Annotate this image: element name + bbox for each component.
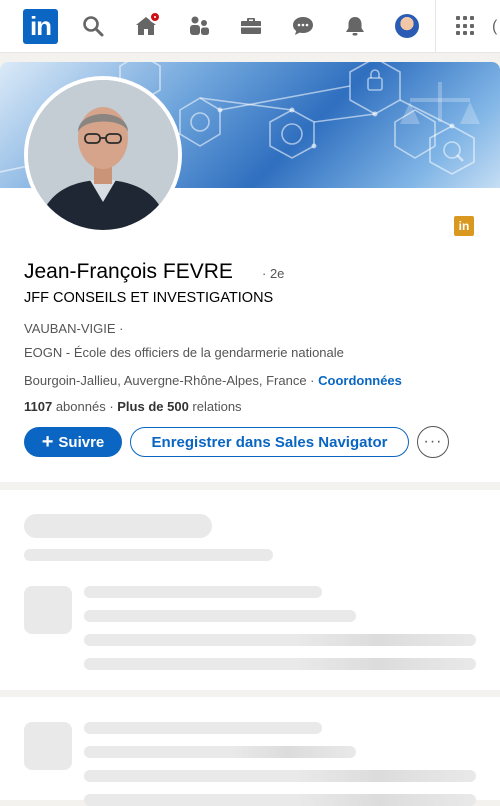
skeleton-thumbnail bbox=[24, 722, 72, 770]
plus-icon: + bbox=[41, 431, 54, 453]
loading-skeleton-section bbox=[0, 490, 500, 690]
linkedin-logo[interactable]: in bbox=[23, 9, 58, 44]
skeleton-line bbox=[84, 794, 476, 806]
education[interactable]: EOGN - École des officiers de la gendarm… bbox=[24, 345, 344, 360]
followers-count: 1107 bbox=[24, 399, 53, 414]
company-logo-icon[interactable]: in bbox=[454, 216, 474, 236]
relations-count[interactable]: Plus de 500 bbox=[117, 399, 189, 414]
profile-name: Jean-François FEVRE bbox=[24, 260, 233, 283]
location-line: Bourgoin-Jallieu, Auvergne-Rhône-Alpes, … bbox=[24, 373, 402, 388]
follow-button[interactable]: + Suivre bbox=[24, 427, 122, 457]
relations-label[interactable]: relations bbox=[189, 399, 241, 414]
skeleton-line bbox=[84, 746, 356, 758]
jobs-icon[interactable] bbox=[239, 14, 263, 38]
save-to-sales-navigator-button[interactable]: Enregistrer dans Sales Navigator bbox=[130, 427, 409, 457]
skeleton-line bbox=[84, 658, 476, 670]
contact-info-link[interactable]: Coordonnées bbox=[318, 373, 402, 388]
skeleton-subtitle bbox=[24, 549, 273, 561]
skeleton-line bbox=[84, 634, 476, 646]
skeleton-line bbox=[84, 610, 356, 622]
profile-photo[interactable] bbox=[24, 76, 182, 234]
skeleton-line bbox=[84, 722, 322, 734]
skeleton-thumbnail bbox=[24, 586, 72, 634]
profile-card: in Jean-François FEVRE · 2e JFF CONSEILS… bbox=[0, 62, 500, 482]
more-actions-button[interactable]: ··· bbox=[417, 426, 449, 458]
notifications-icon[interactable] bbox=[343, 14, 367, 38]
profile-stats: 1107 abonnés · Plus de 500 relations bbox=[24, 399, 242, 414]
skeleton-line bbox=[84, 586, 322, 598]
search-icon[interactable] bbox=[81, 14, 105, 38]
stats-separator: · bbox=[105, 399, 118, 414]
home-notification-badge bbox=[149, 11, 161, 23]
nav-divider bbox=[435, 0, 436, 52]
top-nav-bar: in ( bbox=[0, 0, 500, 53]
connection-degree: · 2e bbox=[262, 266, 285, 281]
profile-headline: JFF CONSEILS ET INVESTIGATIONS bbox=[24, 290, 274, 306]
messaging-icon[interactable] bbox=[291, 14, 315, 38]
skeleton-title bbox=[24, 514, 212, 538]
me-avatar[interactable] bbox=[395, 14, 419, 38]
skeleton-line bbox=[84, 770, 476, 782]
apps-grid-icon[interactable] bbox=[456, 16, 476, 36]
overflow-edge-icon: ( bbox=[492, 18, 498, 35]
follow-label: Suivre bbox=[58, 433, 105, 451]
followers-label: abonnés bbox=[52, 399, 106, 414]
ellipsis-icon: ··· bbox=[423, 433, 443, 450]
loading-skeleton-section bbox=[0, 697, 500, 806]
network-icon[interactable] bbox=[187, 14, 211, 38]
location-text: Bourgoin-Jallieu, Auvergne-Rhône-Alpes, … bbox=[24, 373, 319, 388]
current-company[interactable]: VAUBAN-VIGIE · bbox=[24, 321, 123, 336]
